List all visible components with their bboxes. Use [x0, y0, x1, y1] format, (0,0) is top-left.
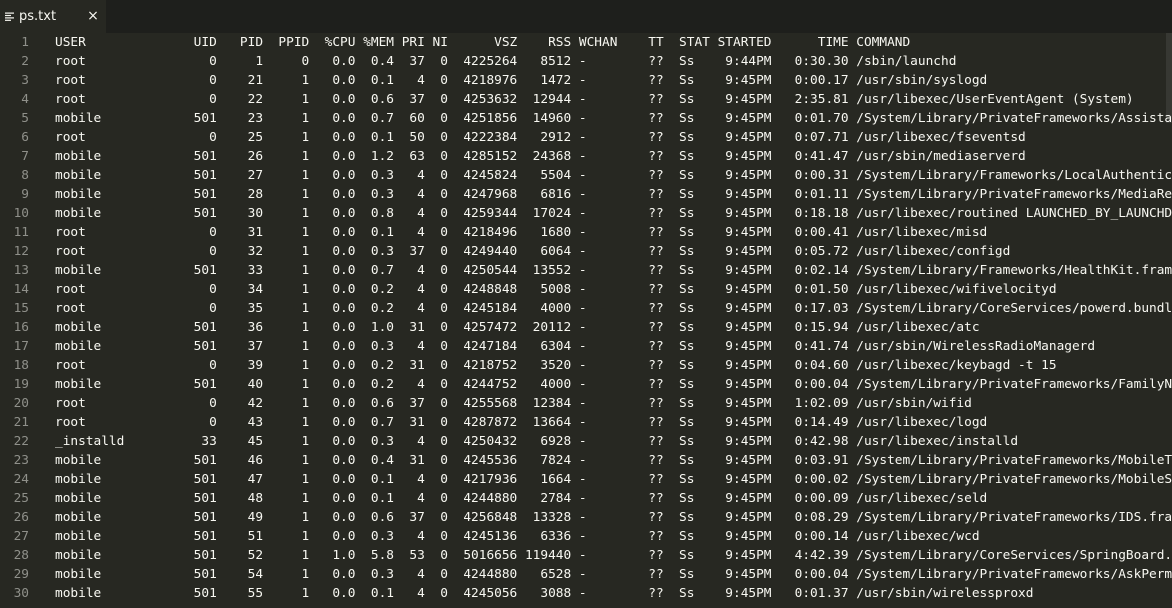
line-text[interactable]: root 0 39 1 0.0 0.2 31 0 4218752 3520 - … [55, 356, 1057, 375]
line-text[interactable]: mobile 501 40 1 0.0 0.2 4 0 4244752 4000… [55, 375, 1172, 394]
line-text[interactable]: root 0 34 1 0.0 0.2 4 0 4248848 5008 - ?… [55, 280, 1057, 299]
code-line[interactable]: 28 mobile 501 52 1 1.0 5.8 53 0 5016656 1… [0, 546, 1172, 565]
line-number: 7 [21, 149, 29, 164]
line-number: 8 [21, 168, 29, 183]
line-number: 16 [13, 320, 29, 335]
line-number: 4 [21, 92, 29, 107]
line-number: 1 [21, 35, 29, 50]
tab-bar: ps.txt × [0, 0, 1172, 33]
editor[interactable]: 1 USER UID PID PPID %CPU %MEM PRI NI VSZ … [0, 33, 1172, 608]
code-line[interactable]: 11 root 0 31 1 0.0 0.1 4 0 4218496 1680 -… [0, 223, 1172, 242]
text-file-icon [5, 12, 14, 21]
line-number: 18 [13, 358, 29, 373]
line-text[interactable]: mobile 501 52 1 1.0 5.8 53 0 5016656 119… [55, 546, 1172, 565]
code-line[interactable]: 18 root 0 39 1 0.0 0.2 31 0 4218752 3520 … [0, 356, 1172, 375]
code-line[interactable]: 4 root 0 22 1 0.0 0.6 37 0 4253632 12944 … [0, 90, 1172, 109]
code-line[interactable]: 6 root 0 25 1 0.0 0.1 50 0 4222384 2912 -… [0, 128, 1172, 147]
line-text[interactable]: root 0 21 1 0.0 0.1 4 0 4218976 1472 - ?… [55, 71, 987, 90]
line-text[interactable]: root 0 35 1 0.0 0.2 4 0 4245184 4000 - ?… [55, 299, 1172, 318]
code-line[interactable]: 29 mobile 501 54 1 0.0 0.3 4 0 4244880 65… [0, 565, 1172, 584]
code-line[interactable]: 16 mobile 501 36 1 0.0 1.0 31 0 4257472 2… [0, 318, 1172, 337]
code-line[interactable]: 24 mobile 501 47 1 0.0 0.1 4 0 4217936 16… [0, 470, 1172, 489]
code-line[interactable]: 12 root 0 32 1 0.0 0.3 37 0 4249440 6064 … [0, 242, 1172, 261]
code-line[interactable]: 22 _installd 33 45 1 0.0 0.3 4 0 4250432 … [0, 432, 1172, 451]
line-number: 30 [13, 586, 29, 601]
code-line[interactable]: 21 root 0 43 1 0.0 0.7 31 0 4287872 13664… [0, 413, 1172, 432]
code-line[interactable]: 10 mobile 501 30 1 0.0 0.8 4 0 4259344 17… [0, 204, 1172, 223]
line-number: 14 [13, 282, 29, 297]
line-number: 26 [13, 510, 29, 525]
line-number: 10 [13, 206, 29, 221]
code-line[interactable]: 13 mobile 501 33 1 0.0 0.7 4 0 4250544 13… [0, 261, 1172, 280]
code-line[interactable]: 15 root 0 35 1 0.0 0.2 4 0 4245184 4000 -… [0, 299, 1172, 318]
line-number: 11 [13, 225, 29, 240]
line-text[interactable]: mobile 501 36 1 0.0 1.0 31 0 4257472 201… [55, 318, 980, 337]
line-text[interactable]: mobile 501 23 1 0.0 0.7 60 0 4251856 149… [55, 109, 1172, 128]
code-line[interactable]: 5 mobile 501 23 1 0.0 0.7 60 0 4251856 14… [0, 109, 1172, 128]
line-text[interactable]: mobile 501 30 1 0.0 0.8 4 0 4259344 1702… [55, 204, 1172, 223]
line-text[interactable]: mobile 501 47 1 0.0 0.1 4 0 4217936 1664… [55, 470, 1172, 489]
line-text[interactable]: root 0 42 1 0.0 0.6 37 0 4255568 12384 -… [55, 394, 972, 413]
line-text[interactable]: root 0 43 1 0.0 0.7 31 0 4287872 13664 -… [55, 413, 987, 432]
line-number: 9 [21, 187, 29, 202]
line-number: 29 [13, 567, 29, 582]
line-text[interactable]: mobile 501 54 1 0.0 0.3 4 0 4244880 6528… [55, 565, 1172, 584]
code-line[interactable]: 19 mobile 501 40 1 0.0 0.2 4 0 4244752 40… [0, 375, 1172, 394]
line-text[interactable]: mobile 501 27 1 0.0 0.3 4 0 4245824 5504… [55, 166, 1172, 185]
line-number: 25 [13, 491, 29, 506]
code-line[interactable]: 25 mobile 501 48 1 0.0 0.1 4 0 4244880 27… [0, 489, 1172, 508]
code-line[interactable]: 14 root 0 34 1 0.0 0.2 4 0 4248848 5008 -… [0, 280, 1172, 299]
code-line[interactable]: 27 mobile 501 51 1 0.0 0.3 4 0 4245136 63… [0, 527, 1172, 546]
line-text[interactable]: root 0 22 1 0.0 0.6 37 0 4253632 12944 -… [55, 90, 1134, 109]
line-number: 21 [13, 415, 29, 430]
line-text[interactable]: mobile 501 33 1 0.0 0.7 4 0 4250544 1355… [55, 261, 1172, 280]
line-number: 24 [13, 472, 29, 487]
code-line[interactable]: 8 mobile 501 27 1 0.0 0.3 4 0 4245824 550… [0, 166, 1172, 185]
line-number: 3 [21, 73, 29, 88]
line-text[interactable]: mobile 501 49 1 0.0 0.6 37 0 4256848 133… [55, 508, 1172, 527]
code-line[interactable]: 26 mobile 501 49 1 0.0 0.6 37 0 4256848 1… [0, 508, 1172, 527]
close-icon[interactable]: × [86, 8, 100, 24]
line-text[interactable]: _installd 33 45 1 0.0 0.3 4 0 4250432 69… [55, 432, 1018, 451]
line-number: 12 [13, 244, 29, 259]
line-number: 19 [13, 377, 29, 392]
line-number: 20 [13, 396, 29, 411]
line-text[interactable]: root 0 1 0 0.0 0.4 37 0 4225264 8512 - ?… [55, 52, 956, 71]
tab-ps-txt[interactable]: ps.txt × [0, 0, 106, 33]
line-number: 6 [21, 130, 29, 145]
line-text[interactable]: root 0 25 1 0.0 0.1 50 0 4222384 2912 - … [55, 128, 1026, 147]
tab-title: ps.txt [19, 9, 57, 24]
line-text[interactable]: mobile 501 48 1 0.0 0.1 4 0 4244880 2784… [55, 489, 987, 508]
line-text[interactable]: mobile 501 55 1 0.0 0.1 4 0 4245056 3088… [55, 584, 1033, 603]
line-text[interactable]: mobile 501 37 1 0.0 0.3 4 0 4247184 6304… [55, 337, 1095, 356]
line-number: 22 [13, 434, 29, 449]
code-line[interactable]: 20 root 0 42 1 0.0 0.6 37 0 4255568 12384… [0, 394, 1172, 413]
line-number: 2 [21, 54, 29, 69]
code-line[interactable]: 2 root 0 1 0 0.0 0.4 37 0 4225264 8512 - … [0, 52, 1172, 71]
line-number: 23 [13, 453, 29, 468]
line-number: 15 [13, 301, 29, 316]
line-number: 28 [13, 548, 29, 563]
line-text[interactable]: root 0 32 1 0.0 0.3 37 0 4249440 6064 - … [55, 242, 1010, 261]
line-text[interactable]: mobile 501 28 1 0.0 0.3 4 0 4247968 6816… [55, 185, 1172, 204]
line-text[interactable]: mobile 501 26 1 0.0 1.2 63 0 4285152 243… [55, 147, 1026, 166]
code-line[interactable]: 1 USER UID PID PPID %CPU %MEM PRI NI VSZ … [0, 33, 1172, 52]
line-number: 5 [21, 111, 29, 126]
line-number: 27 [13, 529, 29, 544]
line-text[interactable]: USER UID PID PPID %CPU %MEM PRI NI VSZ R… [55, 33, 910, 52]
line-text[interactable]: root 0 31 1 0.0 0.1 4 0 4218496 1680 - ?… [55, 223, 987, 242]
line-text[interactable]: mobile 501 51 1 0.0 0.3 4 0 4245136 6336… [55, 527, 980, 546]
code-line[interactable]: 7 mobile 501 26 1 0.0 1.2 63 0 4285152 24… [0, 147, 1172, 166]
line-number: 13 [13, 263, 29, 278]
scrollbar-thumb[interactable] [1166, 33, 1172, 123]
line-text[interactable]: mobile 501 46 1 0.0 0.4 31 0 4245536 782… [55, 451, 1172, 470]
code-line[interactable]: 9 mobile 501 28 1 0.0 0.3 4 0 4247968 681… [0, 185, 1172, 204]
code-line[interactable]: 3 root 0 21 1 0.0 0.1 4 0 4218976 1472 - … [0, 71, 1172, 90]
line-number: 17 [13, 339, 29, 354]
code-line[interactable]: 30 mobile 501 55 1 0.0 0.1 4 0 4245056 30… [0, 584, 1172, 603]
code-line[interactable]: 23 mobile 501 46 1 0.0 0.4 31 0 4245536 7… [0, 451, 1172, 470]
code-line[interactable]: 17 mobile 501 37 1 0.0 0.3 4 0 4247184 63… [0, 337, 1172, 356]
